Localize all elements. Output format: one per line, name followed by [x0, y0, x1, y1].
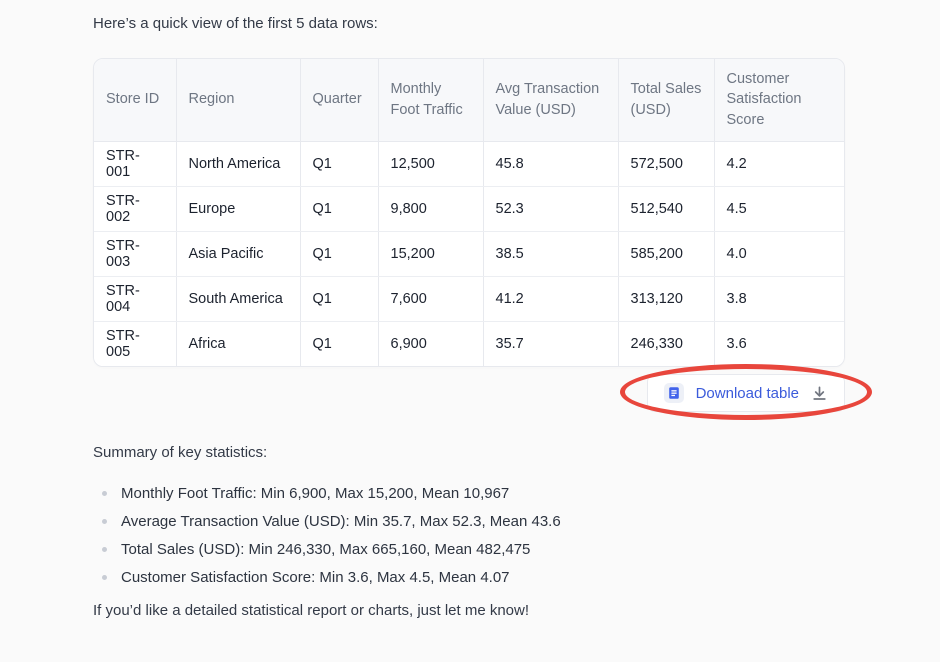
csv-file-icon — [664, 383, 684, 403]
cell-quarter: Q1 — [300, 231, 378, 276]
cell-region: Europe — [176, 186, 300, 231]
cell-region: South America — [176, 276, 300, 321]
cell-avg-transaction: 38.5 — [483, 231, 618, 276]
summary-title: Summary of key statistics: — [93, 444, 267, 461]
cell-total-sales: 585,200 — [618, 231, 714, 276]
summary-bullet: Monthly Foot Traffic: Min 6,900, Max 15,… — [93, 483, 561, 504]
cell-total-sales: 512,540 — [618, 186, 714, 231]
cell-store-id: STR-002 — [94, 186, 176, 231]
cell-satisfaction: 4.5 — [714, 186, 844, 231]
summary-bullet: Customer Satisfaction Score: Min 3.6, Ma… — [93, 567, 561, 588]
summary-bullet: Total Sales (USD): Min 246,330, Max 665,… — [93, 539, 561, 560]
assistant-message-page: Here’s a quick view of the first 5 data … — [0, 0, 940, 662]
column-header-total-sales: Total Sales (USD) — [618, 59, 714, 141]
outro-text: If you’d like a detailed statistical rep… — [93, 602, 529, 619]
summary-bullet: Average Transaction Value (USD): Min 35.… — [93, 511, 561, 532]
cell-satisfaction: 4.2 — [714, 141, 844, 186]
column-header-region: Region — [176, 59, 300, 141]
cell-store-id: STR-005 — [94, 321, 176, 366]
cell-store-id: STR-003 — [94, 231, 176, 276]
cell-region: North America — [176, 141, 300, 186]
intro-text: Here’s a quick view of the first 5 data … — [93, 15, 378, 32]
cell-store-id: STR-001 — [94, 141, 176, 186]
table-row: STR-001 North America Q1 12,500 45.8 572… — [94, 141, 844, 186]
table-row: STR-005 Africa Q1 6,900 35.7 246,330 3.6 — [94, 321, 844, 366]
cell-foot-traffic: 12,500 — [378, 141, 483, 186]
cell-satisfaction: 4.0 — [714, 231, 844, 276]
cell-avg-transaction: 52.3 — [483, 186, 618, 231]
cell-store-id: STR-004 — [94, 276, 176, 321]
download-table-label: Download table — [696, 385, 799, 402]
cell-foot-traffic: 7,600 — [378, 276, 483, 321]
column-header-quarter: Quarter — [300, 59, 378, 141]
cell-total-sales: 572,500 — [618, 141, 714, 186]
table-header-row: Store ID Region Quarter Monthly Foot Tra… — [94, 59, 844, 141]
cell-quarter: Q1 — [300, 141, 378, 186]
cell-total-sales: 313,120 — [618, 276, 714, 321]
cell-satisfaction: 3.6 — [714, 321, 844, 366]
cell-quarter: Q1 — [300, 321, 378, 366]
cell-avg-transaction: 45.8 — [483, 141, 618, 186]
cell-foot-traffic: 9,800 — [378, 186, 483, 231]
cell-total-sales: 246,330 — [618, 321, 714, 366]
cell-satisfaction: 3.8 — [714, 276, 844, 321]
column-header-customer-satisfaction: Customer Satisfaction Score — [714, 59, 844, 141]
column-header-monthly-foot-traffic: Monthly Foot Traffic — [378, 59, 483, 141]
summary-bullet-list: Monthly Foot Traffic: Min 6,900, Max 15,… — [93, 483, 561, 595]
table-row: STR-004 South America Q1 7,600 41.2 313,… — [94, 276, 844, 321]
cell-region: Africa — [176, 321, 300, 366]
data-table: Store ID Region Quarter Monthly Foot Tra… — [93, 58, 845, 367]
cell-region: Asia Pacific — [176, 231, 300, 276]
cell-foot-traffic: 6,900 — [378, 321, 483, 366]
column-header-avg-transaction-value: Avg Transaction Value (USD) — [483, 59, 618, 141]
column-header-store-id: Store ID — [94, 59, 176, 141]
table-actions-row: Download table — [93, 374, 845, 412]
cell-avg-transaction: 35.7 — [483, 321, 618, 366]
cell-quarter: Q1 — [300, 186, 378, 231]
table-row: STR-002 Europe Q1 9,800 52.3 512,540 4.5 — [94, 186, 844, 231]
download-table-button[interactable]: Download table — [647, 374, 845, 412]
cell-foot-traffic: 15,200 — [378, 231, 483, 276]
cell-quarter: Q1 — [300, 276, 378, 321]
cell-avg-transaction: 41.2 — [483, 276, 618, 321]
download-arrow-icon — [811, 385, 828, 402]
table-row: STR-003 Asia Pacific Q1 15,200 38.5 585,… — [94, 231, 844, 276]
